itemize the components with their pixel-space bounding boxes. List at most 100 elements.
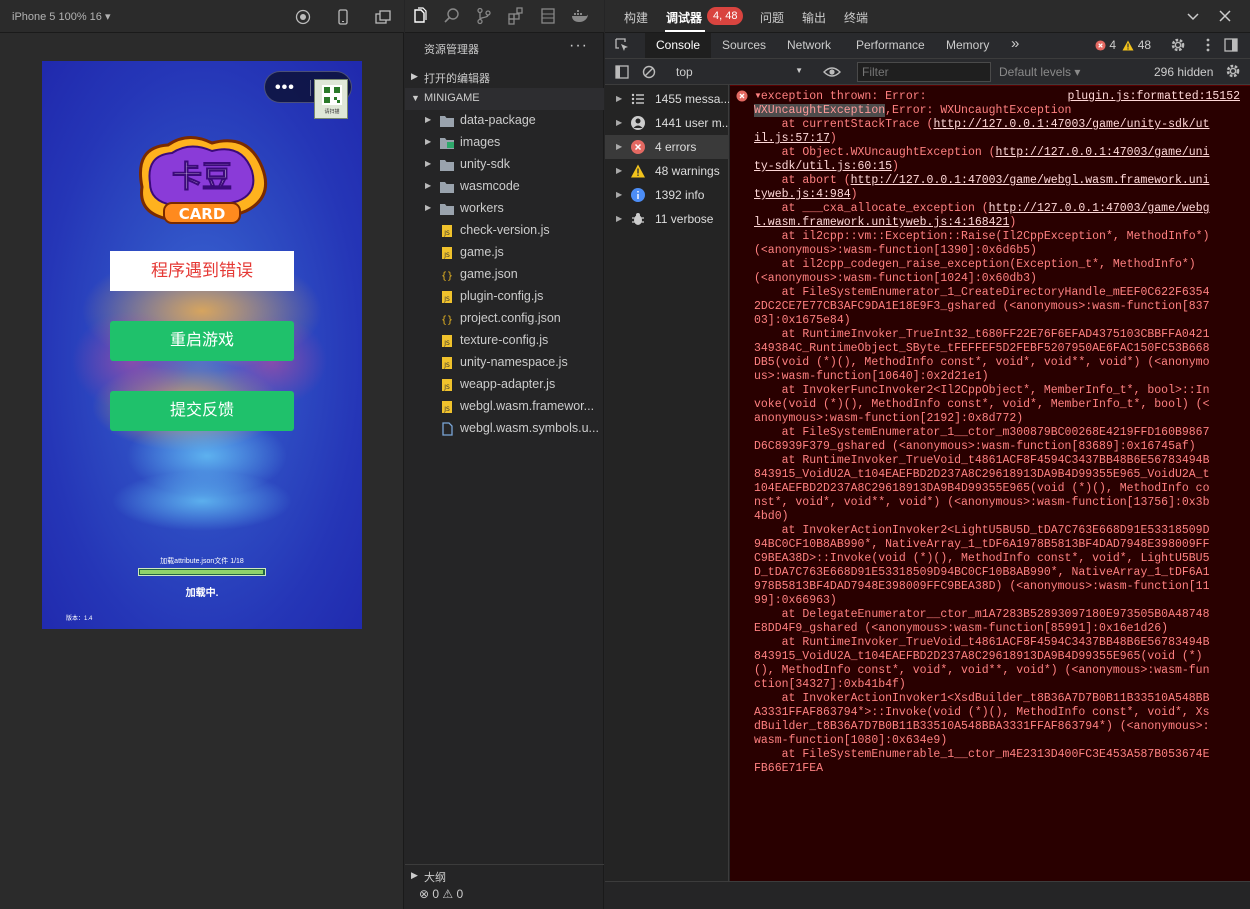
phone-icon[interactable] — [334, 8, 352, 26]
svg-text:JS: JS — [443, 296, 450, 303]
chevron-right-icon: ▶ — [616, 214, 623, 223]
svg-text:CARD: CARD — [179, 205, 226, 223]
tree-item-game-js[interactable]: JS game.js — [405, 242, 604, 264]
console-sidebar: ▶ 1455 messa... ▶ 1441 user m... ▶ 4 errors ▶ 4… — [605, 85, 729, 881]
svg-text:{}: {} — [441, 315, 453, 326]
tree-item-weapp-adapter-js[interactable]: JS weapp-adapter.js — [405, 374, 604, 396]
tree-item-webgl-wasm-framewor-[interactable]: JS webgl.wasm.framewor... — [405, 396, 604, 418]
log-selected-text: WXUncaughtException — [754, 104, 886, 117]
dock-side-icon[interactable] — [1223, 37, 1239, 53]
js-file-icon: JS — [442, 225, 452, 237]
search-icon[interactable] — [443, 7, 461, 25]
tree-item-check-version-js[interactable]: JS check-version.js — [405, 220, 604, 242]
log-source-link[interactable]: plugin.js:formatted:15152 — [1067, 90, 1240, 103]
log-levels-dropdown[interactable]: Default levels ▾ — [999, 65, 1080, 79]
chevron-down-icon[interactable] — [1185, 8, 1201, 24]
eye-icon[interactable] — [823, 64, 841, 80]
file-name: unity-namespace.js — [460, 355, 568, 369]
context-selector[interactable]: top ▼ — [671, 63, 807, 81]
error-count-badge: 4, 48 — [707, 7, 744, 25]
inspect-element-icon[interactable] — [614, 37, 630, 53]
source-control-icon[interactable] — [475, 7, 493, 25]
dropdown-arrow-icon: ▼ — [795, 66, 803, 75]
sidebar-filter-warning[interactable]: ▶ 48 warnings — [605, 159, 729, 183]
tab-sources[interactable]: Sources — [722, 38, 766, 52]
tree-item-workers[interactable]: ▶ workers — [405, 198, 604, 220]
tree-item-unity-sdk[interactable]: ▶ unity-sdk — [405, 154, 604, 176]
close-icon[interactable] — [1217, 8, 1233, 24]
project-section[interactable]: ▼ MINIGAME — [405, 88, 604, 110]
open-editors-section[interactable]: ▶ 打开的编辑器 — [405, 66, 604, 88]
bug-icon — [632, 213, 644, 225]
files-icon[interactable] — [411, 7, 429, 25]
error-icon — [631, 140, 645, 154]
sidebar-filter-error[interactable]: ▶ 4 errors — [605, 135, 729, 159]
storage-icon[interactable] — [539, 7, 557, 25]
device-selector[interactable]: iPhone 5 100% 16 ▾ — [12, 10, 110, 23]
sidebar-filter-list[interactable]: ▶ 1455 messa... — [605, 87, 729, 111]
tree-item-game-json[interactable]: {} game.json — [405, 264, 604, 286]
tree-item-data-package[interactable]: ▶ data-package — [405, 110, 604, 132]
tree-item-wasmcode[interactable]: ▶ wasmcode — [405, 176, 604, 198]
bottom-strip — [605, 881, 1250, 909]
tree-item-images[interactable]: ▶ images — [405, 132, 604, 154]
error-message: 程序遇到错误 — [110, 251, 294, 291]
restart-game-button[interactable]: 重启游戏 — [110, 321, 294, 361]
chevron-right-icon: ▶ — [425, 159, 432, 168]
tab-performance[interactable]: Performance — [856, 38, 925, 52]
tab-issues[interactable]: 问题 — [760, 9, 784, 26]
record-icon[interactable] — [294, 8, 312, 26]
capsule-divider — [310, 80, 311, 96]
tab-build[interactable]: 构建 — [624, 9, 648, 26]
error-count: 4 — [1109, 38, 1117, 52]
loading-label: 加载中. — [185, 588, 219, 599]
chevron-right-icon: ▶ — [411, 71, 418, 81]
submit-feedback-button[interactable]: 提交反馈 — [110, 391, 294, 431]
more-tabs-button[interactable]: » — [1011, 35, 1019, 52]
tree-item-plugin-config-js[interactable]: JS plugin-config.js — [405, 286, 604, 308]
popout-window-icon[interactable] — [374, 8, 392, 26]
sidebar-filter-bug[interactable]: ▶ 11 verbose — [605, 207, 729, 231]
settings-gear-icon[interactable] — [1170, 37, 1186, 53]
file-name: webgl.wasm.framewor... — [460, 399, 595, 413]
outline-section[interactable]: ▶ 大纲 — [405, 864, 604, 886]
phone-screen[interactable]: ••• 请扫描 卡豆 CARD 程序遇到错误 重启游戏 提交反馈 加载attri… — [42, 61, 362, 629]
tab-debugger[interactable]: 调试器 — [666, 9, 702, 26]
tab-output[interactable]: 输出 — [802, 9, 826, 26]
console-log: ▼ ▼exception thrown: Error: WXUncaughtEx… — [730, 85, 1250, 881]
console-settings-icon[interactable] — [1225, 63, 1241, 79]
loading-file-text: 加载attribute.json文件 1/18 — [160, 558, 244, 565]
context-value: top — [676, 65, 693, 79]
toggle-sidebar-icon[interactable] — [614, 64, 630, 80]
tree-item-unity-namespace-js[interactable]: JS unity-namespace.js — [405, 352, 604, 374]
devtools-header: 构建 调试器 4, 48 问题 输出 终端 — [605, 0, 1250, 33]
file-name: images — [460, 135, 501, 149]
hidden-count: 296 hidden — [1154, 65, 1214, 79]
warning-icon — [631, 164, 645, 178]
file-name: wasmcode — [460, 179, 520, 193]
tab-terminal[interactable]: 终端 — [844, 9, 868, 26]
clear-console-icon[interactable] — [641, 64, 657, 80]
chevron-right-icon: ▶ — [425, 203, 432, 212]
explorer-more-button[interactable]: ··· — [569, 37, 588, 55]
tree-item-texture-config-js[interactable]: JS texture-config.js — [405, 330, 604, 352]
devtools-tabs: Console Sources Network Performance Memo… — [605, 33, 1250, 59]
tab-network[interactable]: Network — [787, 38, 831, 52]
chevron-down-icon: ▼ — [411, 93, 420, 103]
more-menu-button[interactable]: ••• — [275, 79, 295, 97]
problems-status[interactable]: ⊗ 0 ⚠ 0 — [419, 887, 463, 901]
docker-icon[interactable] — [571, 7, 589, 25]
tab-memory[interactable]: Memory — [946, 38, 989, 52]
filter-input[interactable] — [857, 62, 991, 82]
extensions-icon[interactable] — [507, 7, 525, 25]
sidebar-filter-info[interactable]: ▶ 1392 info — [605, 183, 729, 207]
tab-console[interactable]: Console — [656, 38, 700, 52]
tree-item-project-config-json[interactable]: {} project.config.json — [405, 308, 604, 330]
stack-trace-rest: at il2cpp::vm::Exception::Raise(Il2CppEx… — [754, 230, 1210, 775]
tree-item-webgl-wasm-symbols-u-[interactable]: webgl.wasm.symbols.u... — [405, 418, 604, 440]
folder-icon — [440, 116, 454, 127]
kebab-menu-icon[interactable] — [1200, 37, 1216, 53]
issue-counter[interactable]: 4 48 — [1095, 38, 1151, 52]
svg-text:{}: {} — [441, 271, 453, 282]
sidebar-filter-user[interactable]: ▶ 1441 user m... — [605, 111, 729, 135]
